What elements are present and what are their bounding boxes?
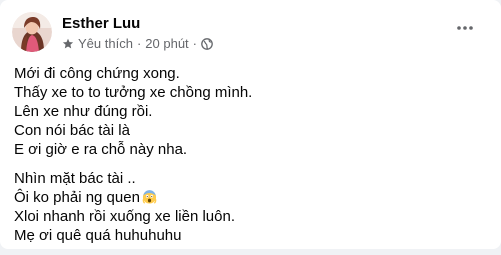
globe-icon[interactable] [201, 37, 213, 50]
more-options-icon[interactable] [455, 18, 475, 38]
post-line: Xloi nhanh rồi xuống xe liền luôn. [14, 208, 235, 225]
post-time[interactable]: 20 phút [145, 36, 188, 51]
post-line: Mới đi công chứng xong. [14, 65, 180, 82]
post-line: Con nói bác tài là [14, 122, 130, 139]
post-meta: Yêu thích · 20 phút · [62, 36, 213, 51]
post-line: Mẹ ơi quê quá huhuhuhu [14, 227, 182, 244]
post-line: Nhìn mặt bác tài .. [14, 170, 136, 187]
screaming-face-emoji [142, 190, 157, 204]
author-name[interactable]: Esther Luu [62, 15, 140, 32]
avatar[interactable] [12, 12, 52, 52]
post-line: Thấy xe to to tưởng xe chồng mình. [14, 84, 253, 101]
post-paragraph-2: Nhìn mặt bác tài .. Ôi ko phải ng quen X… [14, 169, 487, 245]
post-content: Mới đi công chứng xong. Thấy xe to to tư… [14, 64, 487, 255]
star-icon [62, 38, 74, 48]
post-line-text: Ôi ko phải ng quen [14, 189, 140, 206]
avatar-photo [12, 12, 52, 52]
post-paragraph-1: Mới đi công chứng xong. Thấy xe to to tư… [14, 64, 487, 159]
favorite-label[interactable]: Yêu thích [78, 36, 133, 51]
post-line-with-emoji: Ôi ko phải ng quen [14, 188, 487, 207]
post-header: Esther Luu Yêu thích · 20 phút · [12, 12, 489, 54]
post-line: E ơi giờ e ra chỗ này nha. [14, 141, 188, 158]
meta-separator: · [136, 36, 142, 51]
meta-separator-2: · [192, 36, 197, 51]
post-card: Esther Luu Yêu thích · 20 phút · Mới đi … [0, 0, 501, 249]
post-line: Lên xe như đúng rồi. [14, 103, 153, 120]
